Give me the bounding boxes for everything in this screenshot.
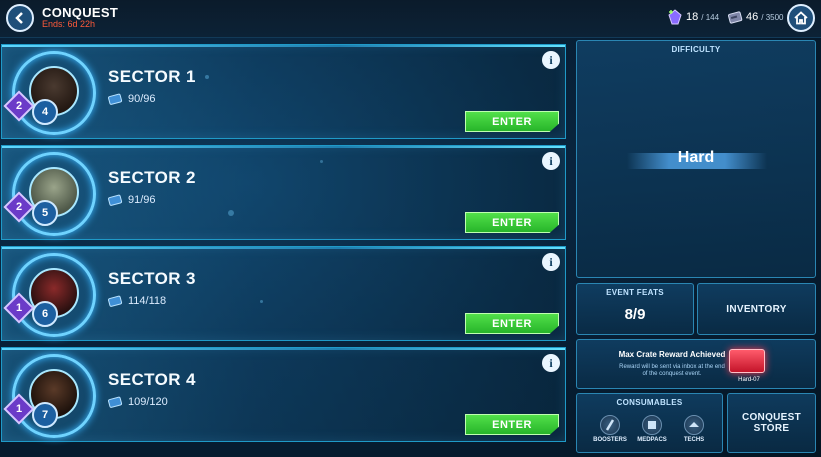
rank-value: 2 <box>15 100 23 112</box>
consumable-techs[interactable]: TECHS <box>677 415 711 443</box>
consumable-medpacs[interactable]: MEDPACS <box>635 415 669 443</box>
sector-title: SECTOR 1 <box>108 67 196 86</box>
tech-icon <box>684 415 704 435</box>
progress-value: 90/96 <box>128 93 156 105</box>
keycard-icon <box>108 194 123 206</box>
inventory-label: INVENTORY <box>726 303 787 315</box>
sector-portrait-ring <box>12 253 96 337</box>
keycard-icon <box>108 295 123 307</box>
crate-reward-panel[interactable]: Max Crate Reward Achieved Reward will be… <box>576 339 816 389</box>
top-bar: CONQUEST Ends: 6d 22h 18 / 144 46 / 3500 <box>0 0 821 38</box>
medpac-icon <box>642 415 662 435</box>
feats-title: EVENT FEATS <box>606 288 664 297</box>
info-button[interactable]: i <box>542 51 560 69</box>
sector-portrait-ring <box>12 51 96 135</box>
enter-button[interactable]: ENTER <box>465 111 559 132</box>
difficulty-panel[interactable]: DIFFICULTY Hard <box>576 40 816 278</box>
energy-counter[interactable]: 18 / 144 <box>667 9 719 25</box>
rank-value: 1 <box>15 403 23 415</box>
sector-progress: 109/120 <box>108 396 168 408</box>
rank-value: 1 <box>15 302 23 314</box>
consumable-label: MEDPACS <box>637 437 667 443</box>
sector-card-4[interactable]: 1 7 SECTOR 4 109/120 i ENTER <box>1 347 566 442</box>
enter-button[interactable]: ENTER <box>465 313 559 334</box>
consumable-label: BOOSTERS <box>593 437 627 443</box>
level-badge: 7 <box>32 402 58 428</box>
info-button[interactable]: i <box>542 253 560 271</box>
enter-button[interactable]: ENTER <box>465 414 559 435</box>
event-timer: Ends: 6d 22h <box>42 19 96 29</box>
sector-title: SECTOR 4 <box>108 370 196 389</box>
consumables-list: BOOSTERS MEDPACS TECHS <box>593 415 711 443</box>
page-title: CONQUEST <box>42 5 119 20</box>
booster-icon <box>600 415 620 435</box>
crate-title: Max Crate Reward Achieved <box>618 350 726 359</box>
consumables-panel[interactable]: CONSUMABLES BOOSTERS MEDPACS TECHS <box>576 393 723 453</box>
sector-portrait-ring <box>12 152 96 236</box>
progress-value: 114/118 <box>128 295 167 307</box>
level-badge: 6 <box>32 301 58 327</box>
store-label: CONQUEST STORE <box>741 412 802 434</box>
sector-card-2[interactable]: 2 5 SECTOR 2 91/96 i ENTER <box>1 145 566 240</box>
info-button[interactable]: i <box>542 354 560 372</box>
enter-button[interactable]: ENTER <box>465 212 559 233</box>
rank-value: 2 <box>15 201 23 213</box>
consumable-boosters[interactable]: BOOSTERS <box>593 415 627 443</box>
conquest-store-button[interactable]: CONQUEST STORE <box>727 393 816 453</box>
consumable-label: TECHS <box>683 437 705 443</box>
sector-portrait-ring <box>12 354 96 438</box>
keycard-icon <box>108 396 123 408</box>
crate-icon <box>729 349 765 373</box>
progress-value: 91/96 <box>128 194 156 206</box>
crate-label: Hard-07 <box>738 377 760 383</box>
info-button[interactable]: i <box>542 152 560 170</box>
keycard-max: / 3500 <box>761 12 784 22</box>
energy-crystal-icon <box>668 9 682 25</box>
sector-card-3[interactable]: 1 6 SECTOR 3 114/118 i ENTER <box>1 246 566 341</box>
difficulty-value: Hard <box>677 149 715 166</box>
energy-max: / 144 <box>701 12 720 22</box>
home-icon <box>794 11 808 25</box>
inventory-button[interactable]: INVENTORY <box>697 283 816 335</box>
energy-value: 18 <box>686 11 699 23</box>
back-arrow-icon <box>15 12 23 24</box>
sector-title: SECTOR 2 <box>108 168 196 187</box>
back-button[interactable] <box>6 4 34 32</box>
keycard-icon <box>728 11 743 24</box>
feats-value: 8/9 <box>624 306 646 323</box>
event-feats-button[interactable]: EVENT FEATS 8/9 <box>576 283 694 335</box>
sector-title: SECTOR 3 <box>108 269 196 288</box>
progress-value: 109/120 <box>128 396 168 408</box>
sector-progress: 90/96 <box>108 93 156 105</box>
crate-description: Reward will be sent via inbox at the end… <box>619 364 725 378</box>
difficulty-title: DIFFICULTY <box>671 45 721 54</box>
sector-card-1[interactable]: 2 4 SECTOR 1 90/96 i ENTER <box>1 44 566 139</box>
sector-progress: 91/96 <box>108 194 156 206</box>
level-badge: 4 <box>32 99 58 125</box>
level-badge: 5 <box>32 200 58 226</box>
consumables-title: CONSUMABLES <box>616 398 683 407</box>
keycard-value: 46 <box>746 11 759 23</box>
keycard-icon <box>108 93 123 105</box>
keycard-counter[interactable]: 46 / 3500 <box>727 9 784 25</box>
sector-progress: 114/118 <box>108 295 166 307</box>
home-button[interactable] <box>787 4 815 32</box>
